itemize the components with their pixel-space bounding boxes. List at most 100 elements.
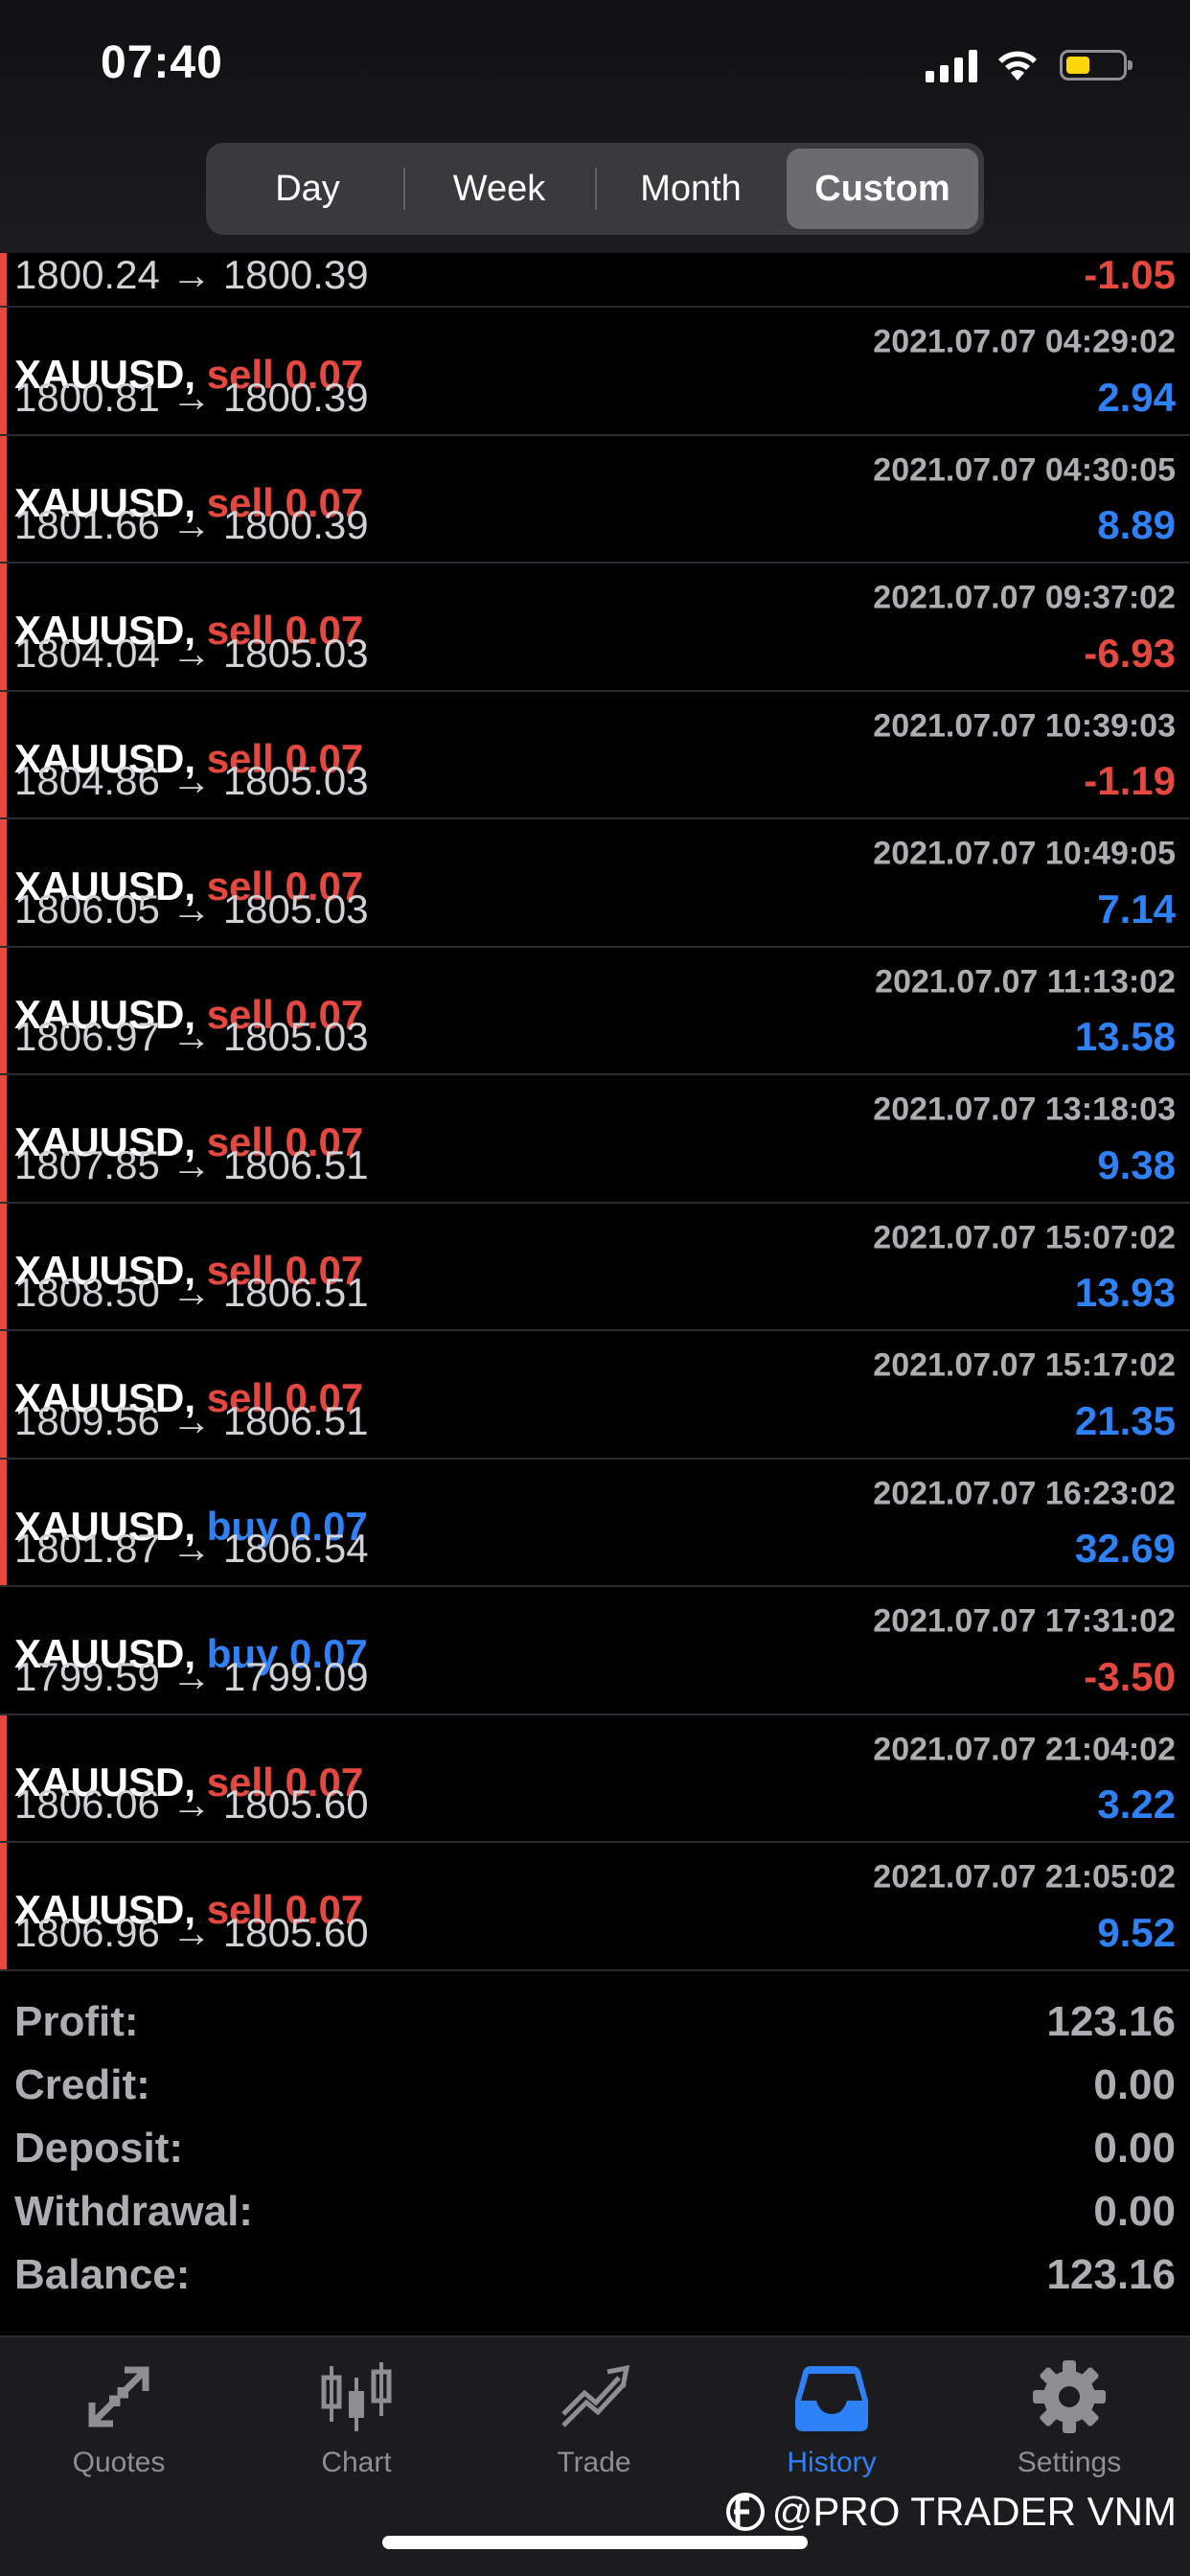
trade-open-price: 1799.59 bbox=[14, 1653, 160, 1699]
trade-open-price: 1806.06 bbox=[14, 1782, 160, 1827]
trade-open-price: 1806.96 bbox=[14, 1909, 160, 1955]
tab-history[interactable]: History bbox=[713, 2358, 950, 2479]
trade-side-indicator bbox=[0, 819, 7, 946]
cellular-signal-icon bbox=[926, 48, 977, 82]
tab-settings[interactable]: Settings bbox=[950, 2358, 1188, 2479]
summary-withdrawal-label: Withdrawal: bbox=[14, 2188, 253, 2235]
trade-time: 2021.07.07 04:29:02 bbox=[873, 323, 1176, 360]
trade-open-price: 1806.97 bbox=[14, 1014, 160, 1059]
status-time: 07:40 bbox=[101, 37, 223, 88]
trade-open-price: 1800.24 bbox=[14, 252, 160, 297]
trade-row[interactable]: XAUUSD, sell 0.07 2021.07.07 04:30:05 1801… bbox=[0, 435, 1190, 564]
arrow-right-icon: → bbox=[171, 1653, 212, 1699]
trade-profit: 21.35 bbox=[1074, 1397, 1176, 1443]
trade-open-price: 1801.66 bbox=[14, 502, 160, 547]
trade-row[interactable]: XAUUSD, sell 0.07 2021.07.07 21:04:02 1806… bbox=[0, 1714, 1190, 1843]
summary-deposit-value: 0.00 bbox=[1093, 2125, 1176, 2172]
arrow-right-icon: → bbox=[171, 1141, 212, 1187]
summary-credit-value: 0.00 bbox=[1093, 2061, 1176, 2108]
period-tab-day[interactable]: Day bbox=[212, 149, 403, 229]
trade-profit: -1.19 bbox=[1084, 758, 1176, 803]
period-segmented-control: Day Week Month Custom bbox=[206, 143, 984, 235]
trade-history-list[interactable]: 1800.24 → 1800.39 -1.05 XAUUSD, sell 0.07 202… bbox=[0, 252, 1190, 1971]
trade-row[interactable]: XAUUSD, sell 0.07 2021.07.07 13:18:03 1807… bbox=[0, 1075, 1190, 1204]
trade-time: 2021.07.07 15:17:02 bbox=[873, 1346, 1176, 1384]
trade-row[interactable]: XAUUSD, sell 0.07 2021.07.07 15:07:02 1808… bbox=[0, 1203, 1190, 1331]
trade-close-price: 1806.51 bbox=[222, 1397, 369, 1443]
trade-open-price: 1808.50 bbox=[14, 1270, 160, 1315]
summary-credit-label: Credit: bbox=[14, 2061, 150, 2108]
trade-side-indicator bbox=[0, 308, 7, 434]
trade-open-price: 1801.87 bbox=[14, 1526, 160, 1571]
trade-prices: 1804.86 → 1805.03 bbox=[14, 758, 369, 804]
trade-side-indicator bbox=[0, 1843, 7, 1969]
trade-open-price: 1804.86 bbox=[14, 758, 160, 803]
trade-prices: 1800.24 → 1800.39 bbox=[14, 252, 369, 298]
trade-profit: -3.50 bbox=[1084, 1653, 1176, 1699]
trade-row[interactable]: XAUUSD, sell 0.07 2021.07.07 10:49:05 1806… bbox=[0, 819, 1190, 948]
trade-close-price: 1806.51 bbox=[222, 1270, 369, 1315]
home-indicator bbox=[382, 2536, 808, 2549]
trade-prices: 1806.97 → 1805.03 bbox=[14, 1014, 369, 1060]
trade-close-price: 1805.60 bbox=[222, 1782, 369, 1827]
summary-deposit-row: Deposit: 0.00 bbox=[0, 2117, 1190, 2180]
trade-close-price: 1805.03 bbox=[222, 758, 369, 803]
trade-time: 2021.07.07 17:31:02 bbox=[873, 1602, 1176, 1640]
trade-profit: 8.89 bbox=[1097, 502, 1176, 547]
trade-time: 2021.07.07 21:05:02 bbox=[873, 1858, 1176, 1896]
tab-quotes-label: Quotes bbox=[72, 2447, 166, 2478]
trade-prices: 1806.06 → 1805.60 bbox=[14, 1782, 369, 1828]
trade-close-price: 1806.54 bbox=[222, 1526, 369, 1571]
trade-time: 2021.07.07 15:07:02 bbox=[873, 1219, 1176, 1255]
trade-row[interactable]: XAUUSD, sell 0.07 2021.07.07 21:05:02 1806… bbox=[0, 1843, 1190, 1971]
trade-prices: 1804.04 → 1805.03 bbox=[14, 631, 369, 677]
trade-prices: 1801.66 → 1800.39 bbox=[14, 502, 369, 548]
arrow-right-icon: → bbox=[171, 1782, 212, 1827]
trade-row[interactable]: 1800.24 → 1800.39 -1.05 bbox=[0, 252, 1190, 308]
trade-profit: -6.93 bbox=[1084, 630, 1176, 676]
trade-open-price: 1804.04 bbox=[14, 630, 160, 676]
trade-row[interactable]: XAUUSD, sell 0.07 2021.07.07 10:39:03 1804… bbox=[0, 691, 1190, 819]
trade-time: 2021.07.07 09:37:02 bbox=[873, 579, 1176, 616]
arrow-right-icon: → bbox=[171, 1526, 212, 1571]
trade-side-indicator bbox=[0, 253, 7, 306]
trade-row[interactable]: XAUUSD, sell 0.07 2021.07.07 15:17:02 1809… bbox=[0, 1331, 1190, 1460]
trade-profit: 9.52 bbox=[1097, 1909, 1176, 1955]
period-tab-custom[interactable]: Custom bbox=[787, 149, 978, 229]
trade-prices: 1806.05 → 1805.03 bbox=[14, 886, 369, 932]
arrow-right-icon: → bbox=[171, 252, 212, 297]
trade-side-indicator bbox=[0, 1587, 7, 1714]
summary-credit-row: Credit: 0.00 bbox=[0, 2054, 1190, 2117]
battery-level bbox=[1066, 57, 1089, 74]
trade-row[interactable]: XAUUSD, buy 0.07 2021.07.07 17:31:02 1799.… bbox=[0, 1587, 1190, 1715]
trade-side-indicator bbox=[0, 691, 7, 817]
trade-row[interactable]: XAUUSD, buy 0.07 2021.07.07 16:23:02 1801.… bbox=[0, 1459, 1190, 1587]
summary-balance-label: Balance: bbox=[14, 2251, 191, 2298]
trade-open-price: 1800.81 bbox=[14, 374, 160, 420]
summary-withdrawal-row: Withdrawal: 0.00 bbox=[0, 2180, 1190, 2243]
trade-close-price: 1805.03 bbox=[222, 1014, 369, 1059]
summary-deposit-label: Deposit: bbox=[14, 2125, 183, 2172]
arrow-right-icon: → bbox=[171, 630, 212, 676]
tab-trade[interactable]: Trade bbox=[475, 2358, 713, 2479]
trade-row[interactable]: XAUUSD, sell 0.07 2021.07.07 04:29:02 1800… bbox=[0, 308, 1190, 436]
arrow-right-icon: → bbox=[171, 1909, 212, 1955]
trade-close-price: 1800.39 bbox=[222, 374, 369, 420]
period-tab-month[interactable]: Month bbox=[595, 149, 787, 229]
trade-row[interactable]: XAUUSD, sell 0.07 2021.07.07 09:37:02 1804… bbox=[0, 564, 1190, 692]
summary-balance-row: Balance: 123.16 bbox=[0, 2243, 1190, 2307]
tab-trade-label: Trade bbox=[557, 2447, 631, 2478]
period-tab-week[interactable]: Week bbox=[403, 149, 595, 229]
trade-time: 2021.07.07 13:18:03 bbox=[873, 1091, 1176, 1128]
summary-profit-label: Profit: bbox=[14, 1998, 139, 2045]
summary-withdrawal-value: 0.00 bbox=[1093, 2188, 1176, 2235]
trade-side-indicator bbox=[0, 435, 7, 562]
trade-profit: 13.58 bbox=[1074, 1014, 1176, 1059]
watermark: @PRO TRADER VNM bbox=[724, 2489, 1177, 2535]
tab-quotes[interactable]: Quotes bbox=[0, 2358, 238, 2479]
trade-profit: 2.94 bbox=[1097, 374, 1176, 420]
trade-side-indicator bbox=[0, 1331, 7, 1458]
trade-row[interactable]: XAUUSD, sell 0.07 2021.07.07 11:13:02 1806… bbox=[0, 947, 1190, 1075]
tab-chart[interactable]: Chart bbox=[238, 2358, 475, 2479]
wifi-icon bbox=[998, 51, 1037, 80]
